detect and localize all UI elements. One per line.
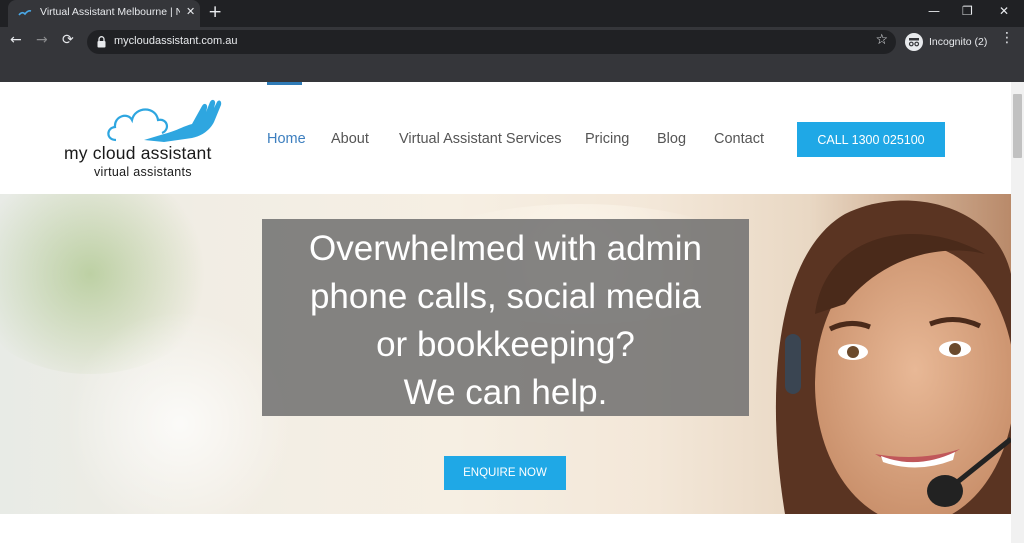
nav-virtual-assistant-services[interactable]: Virtual Assistant Services bbox=[399, 131, 562, 147]
nav-contact[interactable]: Contact bbox=[714, 131, 764, 147]
reload-button[interactable]: ⟳ bbox=[62, 32, 74, 48]
hero-headline: Overwhelmed with admin phone calls, soci… bbox=[262, 225, 749, 417]
incognito-icon bbox=[905, 33, 923, 51]
nav-pricing[interactable]: Pricing bbox=[585, 131, 629, 147]
minimize-button[interactable]: — bbox=[928, 4, 940, 18]
hero-headline-line: Overwhelmed with admin bbox=[309, 229, 702, 268]
site-header: my cloud assistant virtual assistants Ho… bbox=[0, 82, 1011, 194]
browser-menu-icon[interactable]: ⋮ bbox=[1000, 30, 1014, 46]
nav-active-indicator bbox=[267, 82, 302, 85]
hero-woman-with-headset-image bbox=[775, 200, 1011, 514]
logo-tagline: virtual assistants bbox=[94, 165, 192, 179]
tab-title: Virtual Assistant Melbourne | No bbox=[40, 6, 180, 18]
call-button[interactable]: CALL 1300 025100 bbox=[797, 122, 945, 157]
bookmark-star-icon[interactable]: ☆ bbox=[875, 32, 888, 48]
address-bar[interactable]: mycloudassistant.com.au ☆ bbox=[87, 30, 896, 54]
browser-tab-strip: Virtual Assistant Melbourne | No ✕ + — ❐… bbox=[0, 0, 1024, 27]
bookmark-bar bbox=[0, 57, 1024, 82]
logo-name: my cloud assistant bbox=[64, 143, 212, 163]
scrollbar-thumb[interactable] bbox=[1013, 94, 1022, 158]
nav-home[interactable]: Home bbox=[267, 131, 306, 147]
forward-button[interactable]: → bbox=[36, 32, 48, 48]
browser-tab[interactable]: Virtual Assistant Melbourne | No ✕ bbox=[8, 0, 200, 27]
hero-headline-box: Overwhelmed with admin phone calls, soci… bbox=[262, 219, 749, 416]
back-button[interactable]: ← bbox=[10, 32, 22, 48]
hero-banner: Overwhelmed with admin phone calls, soci… bbox=[0, 194, 1011, 514]
restore-button[interactable]: ❐ bbox=[962, 4, 973, 18]
site-logo[interactable]: my cloud assistant virtual assistants bbox=[60, 96, 235, 182]
incognito-indicator[interactable]: Incognito (2) bbox=[905, 32, 987, 52]
hero-headline-line: We can help. bbox=[403, 373, 608, 412]
hero-headline-line: or bookkeeping? bbox=[376, 325, 635, 364]
tab-close-icon[interactable]: ✕ bbox=[186, 5, 195, 18]
site-favicon-icon bbox=[18, 10, 32, 16]
web-page: my cloud assistant virtual assistants Ho… bbox=[0, 82, 1011, 543]
cloud-hand-logo-icon bbox=[107, 99, 222, 142]
page-scrollbar[interactable] bbox=[1011, 82, 1024, 543]
nav-about[interactable]: About bbox=[331, 131, 369, 147]
close-window-button[interactable]: ✕ bbox=[999, 4, 1009, 18]
incognito-label: Incognito (2) bbox=[929, 36, 988, 48]
hero-headline-line: phone calls, social media bbox=[309, 277, 702, 316]
url-text: mycloudassistant.com.au bbox=[114, 35, 238, 47]
browser-toolbar: ← → ⟳ mycloudassistant.com.au ☆ Incognit… bbox=[0, 27, 1024, 57]
enquire-now-button[interactable]: ENQUIRE NOW bbox=[444, 456, 566, 490]
lock-icon bbox=[97, 36, 106, 48]
new-tab-button[interactable]: + bbox=[208, 2, 222, 22]
nav-blog[interactable]: Blog bbox=[657, 131, 686, 147]
